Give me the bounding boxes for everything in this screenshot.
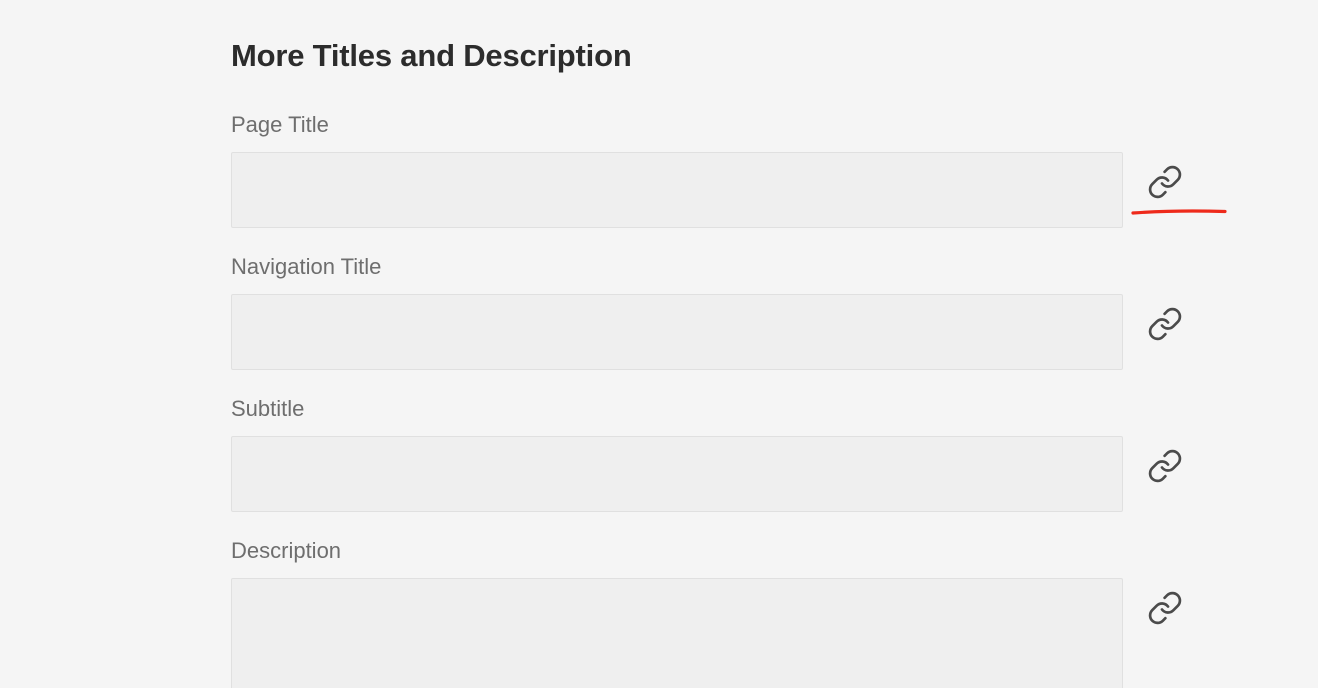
description-link-button[interactable]: [1145, 590, 1185, 630]
navigation-title-link-button[interactable]: [1145, 306, 1185, 346]
description-textarea[interactable]: [231, 578, 1123, 688]
description-label: Description: [231, 538, 342, 563]
link-icon: [1147, 164, 1183, 205]
subtitle-input[interactable]: [231, 436, 1123, 512]
subtitle-link-button[interactable]: [1145, 448, 1185, 488]
navigation-title-label: Navigation Title: [231, 254, 382, 279]
page-title-input[interactable]: [231, 152, 1123, 228]
annotation-underline: [1131, 209, 1227, 215]
link-icon: [1147, 590, 1183, 631]
subtitle-label: Subtitle: [231, 396, 305, 421]
link-icon: [1147, 448, 1183, 489]
link-icon: [1147, 306, 1183, 347]
navigation-title-input[interactable]: [231, 294, 1123, 370]
page-title-label: Page Title: [231, 112, 329, 137]
section-title: More Titles and Description: [231, 38, 632, 73]
page-title-link-button[interactable]: [1145, 164, 1185, 204]
